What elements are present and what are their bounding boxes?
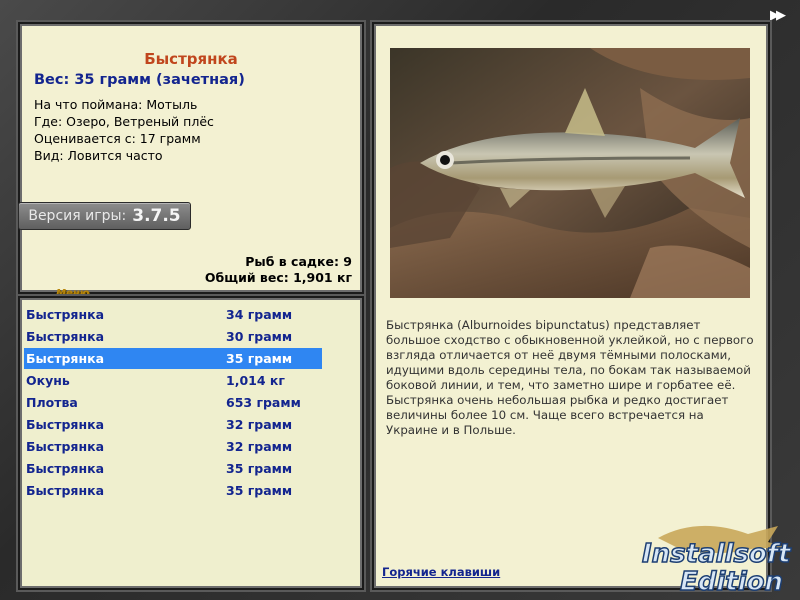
catch-name: Быстрянка <box>26 483 105 498</box>
fish-photo <box>390 48 750 298</box>
catch-row[interactable]: Быстрянка 30 грамм <box>24 326 322 347</box>
catch-list-panel: Быстрянка 34 грамм Быстрянка 30 грамм Бы… <box>18 296 364 590</box>
fish-info-panel: Быстрянка Вес: 35 грамм (зачетная) На чт… <box>18 22 364 299</box>
version-badge: Версия игры: 3.7.5 <box>18 202 191 230</box>
catch-weight: 1,014 кг <box>226 373 285 388</box>
fish-info-lines: На что поймана: Мотыль Где: Озеро, Ветре… <box>34 96 214 164</box>
catch-row[interactable]: Плотва 653 грамм <box>24 392 322 413</box>
catch-weight: 32 грамм <box>226 439 293 454</box>
catch-row[interactable]: Быстрянка 35 грамм <box>24 480 322 501</box>
catch-name: Быстрянка <box>26 307 105 322</box>
catch-name: Быстрянка <box>26 417 105 432</box>
rating-line: Оценивается с: 17 грамм <box>34 131 201 146</box>
catch-row[interactable]: Быстрянка 32 грамм <box>24 414 322 435</box>
catch-weight: 35 грамм <box>226 351 293 366</box>
catch-name: Быстрянка <box>26 461 105 476</box>
catch-weight: 32 грамм <box>226 417 293 432</box>
catch-name: Быстрянка <box>26 351 105 366</box>
catch-name: Быстрянка <box>26 439 105 454</box>
hotkeys-link[interactable]: Горячие клавиши <box>382 565 500 579</box>
catch-name: Плотва <box>26 395 78 410</box>
svg-text:Edition: Edition <box>680 567 783 596</box>
catch-name: Окунь <box>26 373 70 388</box>
catch-weight: 30 грамм <box>226 329 293 344</box>
catch-row[interactable]: Окунь 1,014 кг <box>24 370 322 391</box>
version-number: 3.7.5 <box>132 206 181 226</box>
fish-detail-panel: Быстрянка (Alburnoides bipunctatus) пред… <box>372 22 770 590</box>
cage-total-weight: Общий вес: 1,901 кг <box>204 270 352 285</box>
catch-weight: 35 грамм <box>226 461 293 476</box>
catch-row[interactable]: Быстрянка 32 грамм <box>24 436 322 457</box>
catch-row[interactable]: Быстрянка 34 грамм <box>24 304 322 325</box>
fish-title: Быстрянка <box>144 50 238 68</box>
version-label: Версия игры: <box>28 208 127 224</box>
next-arrow-icon[interactable]: ▶▶ <box>770 8 792 24</box>
fish-weight: Вес: 35 грамм (зачетная) <box>34 72 245 88</box>
catch-row[interactable]: Быстрянка 35 грамм <box>24 458 322 479</box>
catch-weight: 34 грамм <box>226 307 293 322</box>
fish-description: Быстрянка (Alburnoides bipunctatus) пред… <box>386 318 754 437</box>
catch-row-selected[interactable]: Быстрянка 35 грамм <box>24 348 322 369</box>
frequency-line: Вид: Ловится часто <box>34 148 163 163</box>
location-line: Где: Озеро, Ветреный плёс <box>34 114 214 129</box>
catch-weight: 653 грамм <box>226 395 301 410</box>
svg-text:Installsoft: Installsoft <box>642 539 792 569</box>
catch-weight: 35 грамм <box>226 483 293 498</box>
bait-line: На что поймана: Мотыль <box>34 97 198 112</box>
installsoft-watermark: Installsoft Edition <box>638 518 796 598</box>
cage-count: Рыб в садке: 9 <box>245 254 352 269</box>
catch-name: Быстрянка <box>26 329 105 344</box>
